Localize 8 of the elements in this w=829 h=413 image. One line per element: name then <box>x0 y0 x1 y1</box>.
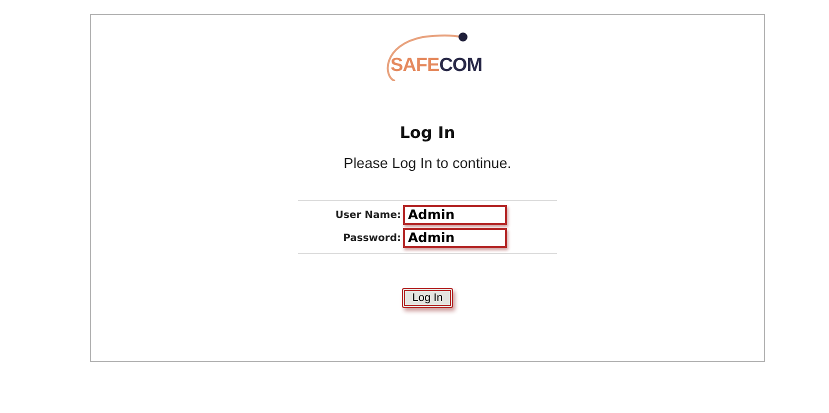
page-title: Log In <box>400 123 456 142</box>
instruction-text: Please Log In to continue. <box>344 156 512 172</box>
logo: SAFECOM <box>390 55 482 77</box>
field-label: User Name: <box>335 210 401 220</box>
input-field[interactable]: Admin <box>403 228 507 248</box>
field-label: Password: <box>343 232 401 244</box>
login-button[interactable]: Log In <box>402 288 453 308</box>
input-field[interactable]: Admin <box>403 205 507 225</box>
